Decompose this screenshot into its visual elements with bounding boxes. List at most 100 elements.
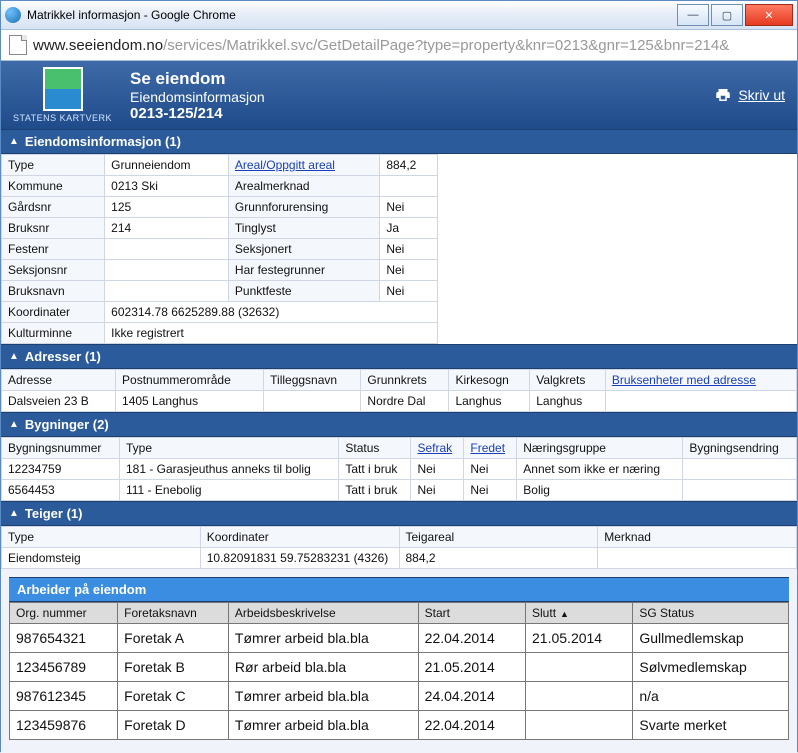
- column-header[interactable]: SG Status: [633, 603, 789, 624]
- column-header: Tilleggsnavn: [264, 370, 361, 391]
- cell: Sølvmedlemskap: [633, 653, 789, 682]
- section-arbeider-header[interactable]: Arbeider på eiendom: [9, 577, 789, 602]
- section-bygninger-title: Bygninger (2): [25, 417, 109, 432]
- cell: Foretak C: [118, 682, 229, 711]
- column-header: Grunnkrets: [361, 370, 449, 391]
- cell: [598, 548, 797, 569]
- cell: 123459876: [10, 711, 118, 740]
- bruksenheter-link[interactable]: Bruksenheter med adresse: [612, 373, 756, 387]
- sort-indicator-icon: ▲: [560, 609, 569, 619]
- arbeider-table: Org. nummerForetaksnavnArbeidsbeskrivels…: [9, 602, 789, 740]
- cell: Foretak A: [118, 624, 229, 653]
- cell: [526, 711, 633, 740]
- column-header[interactable]: Slutt▲: [526, 603, 633, 624]
- printer-icon: [714, 86, 732, 104]
- page-content: STATENS KARTVERK Se eiendom Eiendomsinfo…: [1, 61, 797, 753]
- cell: Foretak B: [118, 653, 229, 682]
- logo-icon: [43, 67, 83, 111]
- close-button[interactable]: ✕: [745, 4, 793, 26]
- url-bar[interactable]: www.seeiendom.no/services/Matrikkel.svc/…: [1, 30, 797, 61]
- eiendom-table-wrap: TypeGrunneiendomAreal/Oppgitt areal884,2…: [1, 154, 797, 344]
- table-row: 987654321Foretak ATømrer arbeid bla.bla2…: [10, 624, 789, 653]
- cell: 987654321: [10, 624, 118, 653]
- section-eiendom-header[interactable]: ▲ Eiendomsinformasjon (1): [1, 129, 797, 154]
- areal-link[interactable]: Areal/Oppgitt areal: [235, 158, 335, 172]
- url-text: www.seeiendom.no/services/Matrikkel.svc/…: [33, 37, 729, 54]
- column-header: Merknad: [598, 527, 797, 548]
- column-header: Fredet: [464, 438, 517, 459]
- table-row: 6564453111 - EneboligTatt i brukNeiNeiBo…: [2, 480, 797, 501]
- section-bygninger-header[interactable]: ▲ Bygninger (2): [1, 412, 797, 437]
- print-button[interactable]: Skriv ut: [714, 86, 785, 104]
- table-header-row: AdressePostnummerområdeTilleggsnavnGrunn…: [2, 370, 797, 391]
- table-header-row: Org. nummerForetaksnavnArbeidsbeskrivels…: [10, 603, 789, 624]
- section-teiger-header[interactable]: ▲ Teiger (1): [1, 501, 797, 526]
- field-label: Punktfeste: [228, 281, 379, 302]
- table-row: TypeGrunneiendomAreal/Oppgitt areal884,2: [2, 155, 438, 176]
- field-label: Tinglyst: [228, 218, 379, 239]
- table-row: Kommune0213 SkiArealmerknad: [2, 176, 438, 197]
- field-value: 884,2: [380, 155, 438, 176]
- eiendom-table: TypeGrunneiendomAreal/Oppgitt areal884,2…: [1, 154, 438, 344]
- cell: Foretak D: [118, 711, 229, 740]
- cell: 181 - Garasjeuthus anneks til bolig: [119, 459, 338, 480]
- window-buttons: — ▢ ✕: [677, 4, 793, 26]
- cell: 10.82091831 59.75283231 (4326): [200, 548, 399, 569]
- column-header: Bygningsnummer: [2, 438, 120, 459]
- print-label: Skriv ut: [738, 87, 785, 103]
- collapse-icon: ▲: [9, 136, 19, 147]
- table-row: 123456789Foretak BRør arbeid bla.bla21.0…: [10, 653, 789, 682]
- field-value: Nei: [380, 197, 438, 218]
- table-row: 12234759181 - Garasjeuthus anneks til bo…: [2, 459, 797, 480]
- header-text: Se eiendom Eiendomsinformasjon 0213-125/…: [130, 69, 265, 122]
- app-window: Matrikkel informasjon - Google Chrome — …: [0, 0, 798, 752]
- table-row: SeksjonsnrHar festegrunnerNei: [2, 260, 438, 281]
- collapse-icon: ▲: [9, 419, 19, 430]
- cell: [683, 459, 797, 480]
- cell: Svarte merket: [633, 711, 789, 740]
- page-icon: [9, 35, 27, 55]
- cell: 24.04.2014: [418, 682, 525, 711]
- field-label: Bruksnr: [2, 218, 105, 239]
- column-header-link[interactable]: Sefrak: [417, 441, 452, 455]
- table-row: 987612345Foretak CTømrer arbeid bla.bla2…: [10, 682, 789, 711]
- adresser-wrap: AdressePostnummerområdeTilleggsnavnGrunn…: [1, 369, 797, 412]
- cell: 6564453: [2, 480, 120, 501]
- collapse-icon: ▲: [9, 508, 19, 519]
- column-header: Valgkrets: [530, 370, 606, 391]
- column-header[interactable]: Start: [418, 603, 525, 624]
- cell: Nei: [411, 480, 464, 501]
- cell: Tømrer arbeid bla.bla: [228, 682, 418, 711]
- field-value: [380, 176, 438, 197]
- collapse-icon: ▲: [9, 351, 19, 362]
- field-value: Grunneiendom: [105, 155, 229, 176]
- cell: n/a: [633, 682, 789, 711]
- field-value: [105, 239, 229, 260]
- field-label: Grunnforurensing: [228, 197, 379, 218]
- minimize-button[interactable]: —: [677, 4, 709, 26]
- field-label: Gårdsnr: [2, 197, 105, 218]
- column-header: Type: [119, 438, 338, 459]
- section-adresser-header[interactable]: ▲ Adresser (1): [1, 344, 797, 369]
- field-value: Nei: [380, 260, 438, 281]
- cell: Nordre Dal: [361, 391, 449, 412]
- bygninger-wrap: BygningsnummerTypeStatusSefrakFredetNæri…: [1, 437, 797, 501]
- column-header-link[interactable]: Fredet: [470, 441, 505, 455]
- cell: [264, 391, 361, 412]
- column-header[interactable]: Foretaksnavn: [118, 603, 229, 624]
- cell: [683, 480, 797, 501]
- field-label: Areal/Oppgitt areal: [228, 155, 379, 176]
- maximize-button[interactable]: ▢: [711, 4, 743, 26]
- column-header: Koordinater: [200, 527, 399, 548]
- field-value: Ja: [380, 218, 438, 239]
- table-row: Gårdsnr125GrunnforurensingNei: [2, 197, 438, 218]
- cell: Rør arbeid bla.bla: [228, 653, 418, 682]
- column-header: Næringsgruppe: [517, 438, 683, 459]
- cell: Tatt i bruk: [339, 459, 411, 480]
- cell: Tømrer arbeid bla.bla: [228, 624, 418, 653]
- column-header[interactable]: Arbeidsbeskrivelse: [228, 603, 418, 624]
- cell: Langhus: [449, 391, 530, 412]
- field-value: 214: [105, 218, 229, 239]
- column-header: Type: [2, 527, 201, 548]
- column-header[interactable]: Org. nummer: [10, 603, 118, 624]
